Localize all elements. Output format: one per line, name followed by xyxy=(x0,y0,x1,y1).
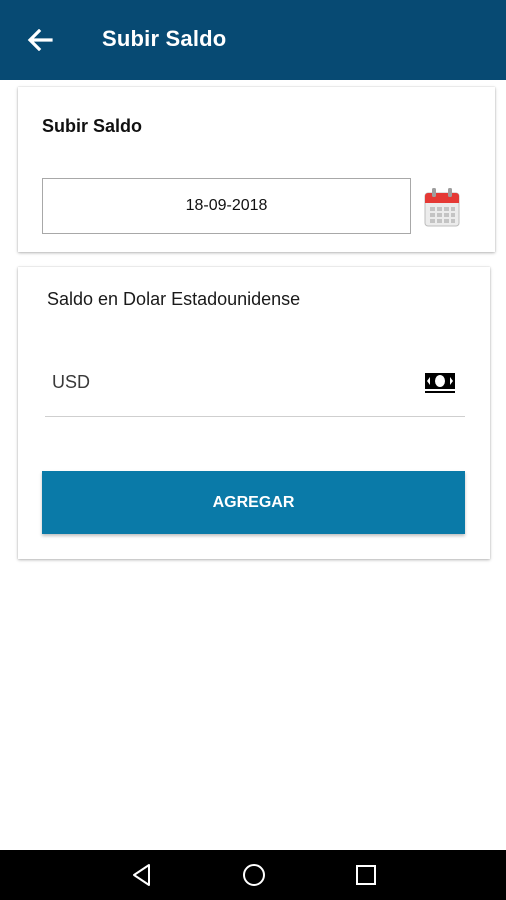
screen: Subir Saldo Subir Saldo 18-09-2018 Saldo… xyxy=(0,0,506,900)
date-card: Subir Saldo 18-09-2018 xyxy=(18,87,495,252)
nav-back-button[interactable] xyxy=(128,861,156,889)
arrow-left-icon xyxy=(27,29,53,51)
app-bar: Subir Saldo xyxy=(0,0,506,80)
date-field[interactable]: 18-09-2018 xyxy=(42,178,411,234)
balance-label: Saldo en Dolar Estadounidense xyxy=(47,289,301,309)
system-nav-bar xyxy=(0,850,506,900)
card-title: Subir Saldo xyxy=(42,116,143,136)
back-button[interactable] xyxy=(20,22,60,58)
calendar-icon xyxy=(424,188,460,227)
nav-recent-icon xyxy=(356,865,376,885)
nav-home-button[interactable] xyxy=(240,861,268,889)
page-title: Subir Saldo xyxy=(102,26,227,51)
money-icon xyxy=(425,373,455,393)
nav-recent-button[interactable] xyxy=(352,861,380,889)
add-button[interactable]: AGREGAR xyxy=(42,471,465,534)
nav-home-icon xyxy=(243,864,265,886)
calendar-button[interactable] xyxy=(424,187,460,227)
balance-card: Saldo en Dolar Estadounidense AGREGAR xyxy=(18,267,490,559)
amount-row xyxy=(45,349,465,417)
usd-amount-input[interactable] xyxy=(45,349,405,415)
nav-back-icon xyxy=(133,864,150,886)
